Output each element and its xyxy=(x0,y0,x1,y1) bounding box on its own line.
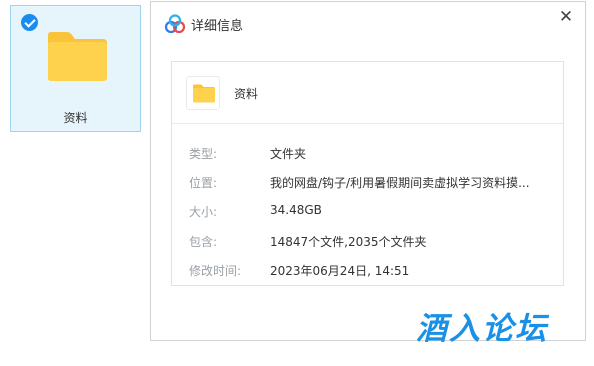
cloud-logo-icon xyxy=(164,14,186,34)
folder-item-selected[interactable]: 资料 xyxy=(10,5,141,132)
folder-icon xyxy=(48,32,107,81)
detail-value: 34.48GB xyxy=(270,203,322,217)
detail-row-contains: 包含: 14847个文件,2035个文件夹 xyxy=(172,233,563,253)
detail-value: 2023年06月24日, 14:51 xyxy=(270,264,410,278)
folder-label: 资料 xyxy=(63,111,88,125)
detail-value: 14847个文件,2035个文件夹 xyxy=(270,235,427,249)
detail-key: 类型: xyxy=(189,147,218,161)
dialog-title: 详细信息 xyxy=(191,19,244,34)
details-card: 资料 类型: 文件夹 位置: 我的网盘/钩子/利用暑假期间卖虚拟学习资料摸...… xyxy=(171,61,564,286)
check-icon[interactable] xyxy=(21,14,38,31)
card-header: 资料 xyxy=(172,62,563,124)
close-icon[interactable]: ✕ xyxy=(555,6,577,28)
detail-key: 包含: xyxy=(189,235,218,249)
detail-row-size: 大小: 34.48GB xyxy=(172,203,563,223)
detail-row-modified: 修改时间: 2023年06月24日, 14:51 xyxy=(172,262,563,282)
detail-key: 位置: xyxy=(189,176,218,190)
detail-row-location: 位置: 我的网盘/钩子/利用暑假期间卖虚拟学习资料摸... xyxy=(172,174,563,194)
detail-row-type: 类型: 文件夹 xyxy=(172,145,563,165)
detail-key: 大小: xyxy=(189,205,218,219)
detail-value: 文件夹 xyxy=(270,147,307,161)
detail-value: 我的网盘/钩子/利用暑假期间卖虚拟学习资料摸... xyxy=(270,176,530,190)
details-dialog: 详细信息 ✕ 资料 类型: 文件夹 位置: 我的网盘/钩子/利用暑假期间卖虚拟学… xyxy=(150,1,586,341)
watermark-logo: 酒入论坛 xyxy=(416,311,550,345)
svg-text:酒入论坛: 酒入论坛 xyxy=(416,311,550,345)
folder-icon xyxy=(193,84,215,103)
folder-thumbnail xyxy=(186,76,220,110)
item-name: 资料 xyxy=(234,87,259,101)
detail-key: 修改时间: xyxy=(189,264,242,278)
